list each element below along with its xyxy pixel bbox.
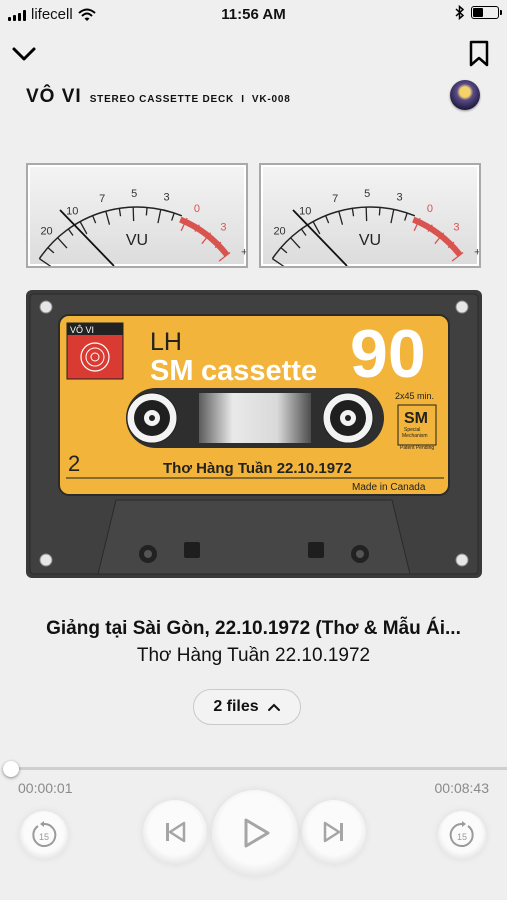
- vu-tick: [92, 215, 97, 224]
- badge-line2: Mechanism: [402, 433, 428, 439]
- chevron-down-icon[interactable]: [10, 42, 38, 66]
- vu-scale-arc: [38, 206, 183, 260]
- vu-scale-label: 5: [364, 188, 370, 200]
- vu-tick: [390, 209, 395, 224]
- deck-brand: VÔ VI STEREO CASSETTE DECK I VK-008: [26, 86, 291, 108]
- rewind-15-button[interactable]: 15: [20, 811, 68, 859]
- brand-name: VÔ VI: [26, 86, 82, 107]
- vu-scale-label: -: [261, 251, 262, 263]
- vu-scale-label: 10: [66, 206, 78, 218]
- sticker-label: VÔ VI: [70, 325, 94, 335]
- vu-scale-label: 5: [131, 188, 137, 200]
- forward-15-button[interactable]: 15: [438, 811, 486, 859]
- cassette-side: 2: [68, 451, 80, 476]
- rewind-15-label: 15: [39, 832, 49, 842]
- vu-tick: [290, 237, 301, 249]
- vu-tick: [300, 228, 307, 236]
- vu-scale-arc: [271, 206, 416, 260]
- vu-scale-label: 3: [163, 191, 169, 203]
- previous-track-button[interactable]: [143, 800, 207, 864]
- forward-15-label: 15: [457, 832, 467, 842]
- chevron-up-icon: [267, 703, 280, 711]
- vu-tick: [118, 208, 122, 217]
- cassette-made-in: Made in Canada: [352, 482, 426, 493]
- vu-tick: [105, 211, 111, 225]
- vu-scale-label: +: [241, 246, 246, 258]
- vu-scale-label: 7: [332, 193, 338, 205]
- vu-tick: [404, 212, 408, 221]
- cassette-brand-word: cassette: [201, 355, 317, 387]
- vu-tick: [378, 207, 381, 216]
- album-title: Thơ Hàng Tuần 22.10.1972: [136, 645, 371, 666]
- vu-tick: [171, 212, 175, 221]
- vu-scale-label: 3: [453, 222, 459, 234]
- rewind-15-icon: 15: [32, 821, 57, 847]
- vu-meter-left: - 20 10 7 5 3 0 3 + VU: [26, 163, 248, 268]
- badge-line3: Patent Pending: [400, 445, 434, 451]
- vu-tick: [145, 207, 148, 216]
- vu-scale-label: +: [474, 246, 479, 258]
- files-button[interactable]: 2 files: [193, 689, 301, 725]
- brand-logo-icon: [450, 80, 480, 110]
- vu-tick: [280, 247, 288, 254]
- vu-scale-label: 7: [99, 193, 105, 205]
- vu-label: VU: [359, 232, 381, 249]
- cassette-tape: VÔ VI LH SM cassette 90 2x45 min. SM Spe…: [26, 290, 482, 578]
- skip-previous-icon: [166, 821, 186, 843]
- bookmark-icon[interactable]: [468, 40, 490, 68]
- bluetooth-icon: [455, 5, 465, 20]
- total-time: 00:08:43: [434, 780, 490, 796]
- play-button[interactable]: [212, 790, 298, 876]
- status-right: [455, 5, 502, 20]
- vu-tick: [338, 211, 344, 225]
- vu-tick: [39, 258, 52, 266]
- next-track-button[interactable]: [302, 800, 366, 864]
- vu-scale-label: 3: [396, 191, 402, 203]
- vu-tick: [47, 247, 55, 254]
- progress-thumb[interactable]: [3, 761, 19, 777]
- status-time: 11:56 AM: [221, 6, 286, 23]
- vu-scale-label: 0: [194, 203, 200, 215]
- skip-next-icon: [323, 821, 343, 843]
- vu-tick: [157, 209, 162, 224]
- cassette-duration: 2x45 min.: [395, 391, 434, 401]
- cassette-length: 90: [350, 316, 426, 392]
- vu-tick: [57, 237, 68, 249]
- vu-tick: [325, 215, 330, 224]
- vu-scale-label: 20: [40, 225, 52, 237]
- vu-scale-label: 3: [220, 222, 226, 234]
- vu-scale-label: 0: [427, 203, 433, 215]
- vu-tick: [67, 228, 74, 236]
- vu-scale-label: 10: [299, 206, 311, 218]
- vu-scale-label: -: [28, 251, 29, 263]
- files-button-label: 2 files: [213, 698, 259, 715]
- vu-tick: [272, 258, 285, 266]
- vu-tick: [351, 208, 355, 217]
- badge-sm: SM: [404, 410, 428, 427]
- play-icon: [244, 818, 270, 848]
- track-title: Giảng tại Sài Gòn, 22.10.1972 (Thơ & Mẫu…: [46, 618, 461, 639]
- progress-bar[interactable]: [3, 761, 507, 777]
- vu-meter-right: - 20 10 7 5 3 0 3 + VU: [259, 163, 481, 268]
- vu-scale-label: 20: [273, 225, 285, 237]
- cassette-brand-small: LH: [150, 328, 182, 356]
- cassette-brand-sm: SM: [150, 355, 194, 387]
- current-time: 00:00:01: [18, 780, 73, 796]
- cassette-label-title: Thơ Hàng Tuần 22.10.1972: [163, 460, 352, 477]
- vu-label: VU: [126, 232, 148, 249]
- forward-15-icon: 15: [449, 821, 474, 847]
- battery-icon: [471, 6, 502, 19]
- deck-model: STEREO CASSETTE DECK I VK-008: [89, 94, 291, 105]
- status-bar: lifecell 11:56 AM: [0, 0, 507, 28]
